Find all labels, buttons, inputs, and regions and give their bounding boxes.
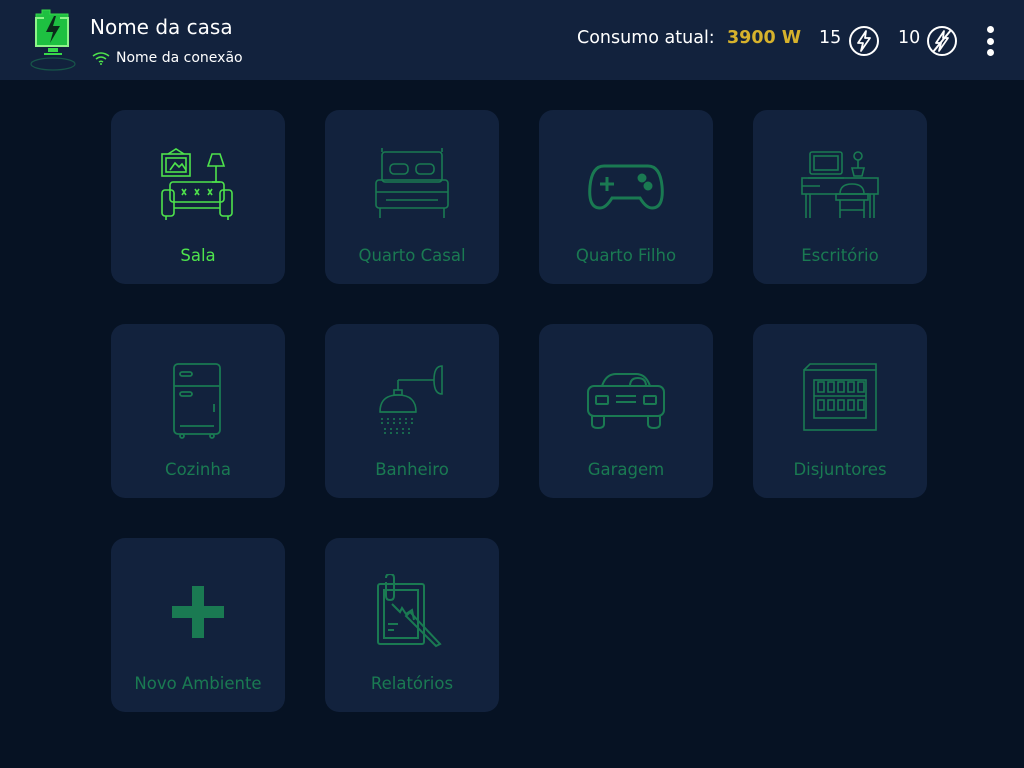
reports-tile[interactable]: Relatórios bbox=[325, 538, 499, 712]
room-tile-cozinha[interactable]: Cozinha bbox=[111, 324, 285, 498]
circuit-breaker-icon bbox=[803, 363, 877, 431]
room-tile-sala[interactable]: Sala bbox=[111, 110, 285, 284]
connection-status: Nome da conexão bbox=[92, 48, 243, 68]
add-room-tile[interactable]: Novo Ambiente bbox=[111, 538, 285, 712]
room-tile-escritorio[interactable]: Escritório bbox=[753, 110, 927, 284]
app-logo-icon bbox=[30, 9, 76, 71]
room-label: Garagem bbox=[587, 460, 665, 479]
consumption-label: Consumo atual: bbox=[577, 28, 715, 48]
wifi-icon bbox=[92, 52, 110, 65]
bolt-off-icon bbox=[927, 26, 957, 56]
room-label: Cozinha bbox=[165, 460, 231, 479]
double-bed-icon bbox=[375, 148, 449, 218]
car-icon bbox=[587, 373, 665, 430]
room-label: Banheiro bbox=[375, 460, 449, 479]
more-options-icon[interactable] bbox=[978, 24, 1002, 58]
room-label: Quarto Casal bbox=[358, 246, 466, 265]
room-tile-quarto-filho[interactable]: Quarto Filho bbox=[539, 110, 713, 284]
home-name: Nome da casa bbox=[90, 15, 233, 39]
menu-dot bbox=[986, 37, 994, 45]
desk-icon bbox=[801, 151, 879, 218]
connection-name: Nome da conexão bbox=[116, 50, 243, 66]
room-tile-banheiro[interactable]: Banheiro bbox=[325, 324, 499, 498]
bolt-icon bbox=[849, 26, 879, 56]
gamepad-icon bbox=[588, 164, 664, 210]
room-label: Novo Ambiente bbox=[134, 674, 262, 693]
sofa-icon bbox=[161, 148, 233, 220]
room-label: Sala bbox=[180, 246, 216, 265]
top-bar: Nome da casa Nome da conexão Consumo atu… bbox=[0, 0, 1024, 80]
unpowered-count: 10 bbox=[898, 28, 921, 48]
room-tile-garagem[interactable]: Garagem bbox=[539, 324, 713, 498]
menu-dot bbox=[986, 26, 994, 33]
room-tile-disjuntores[interactable]: Disjuntores bbox=[753, 324, 927, 498]
menu-dot bbox=[986, 49, 994, 56]
room-label: Disjuntores bbox=[793, 460, 887, 479]
room-label: Escritório bbox=[801, 246, 879, 265]
room-tile-quarto-casal[interactable]: Quarto Casal bbox=[325, 110, 499, 284]
plus-icon bbox=[172, 586, 224, 638]
room-label: Relatórios bbox=[370, 674, 454, 693]
consumption-value: 3900 W bbox=[727, 28, 802, 48]
report-icon bbox=[377, 574, 442, 648]
shower-icon bbox=[379, 365, 443, 434]
room-label: Quarto Filho bbox=[575, 246, 677, 265]
powered-count: 15 bbox=[819, 28, 842, 48]
refrigerator-icon bbox=[173, 363, 221, 439]
